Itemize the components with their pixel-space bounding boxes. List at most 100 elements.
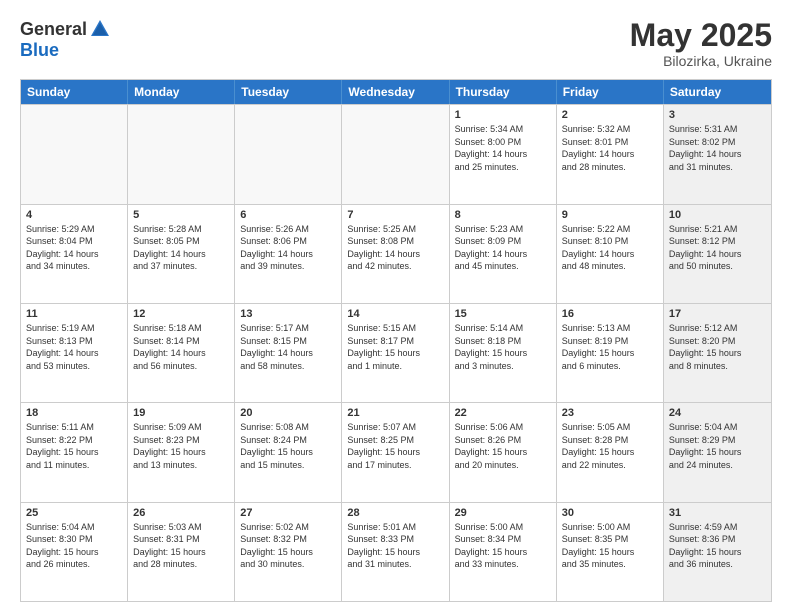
calendar-cell-day-28: 28 Sunrise: 5:01 AM Sunset: 8:33 PM Dayli… bbox=[342, 503, 449, 601]
day-number: 23 bbox=[562, 407, 658, 419]
calendar-header: SundayMondayTuesdayWednesdayThursdayFrid… bbox=[21, 80, 771, 104]
header-day-friday: Friday bbox=[557, 80, 664, 104]
calendar-cell-empty-0-3 bbox=[342, 105, 449, 203]
day-number: 5 bbox=[133, 209, 229, 221]
logo-general-text: General bbox=[20, 19, 87, 40]
calendar-cell-day-18: 18 Sunrise: 5:11 AM Sunset: 8:22 PM Dayli… bbox=[21, 403, 128, 501]
day-info: Sunrise: 5:12 AM Sunset: 8:20 PM Dayligh… bbox=[669, 322, 766, 372]
header: General Blue May 2025 Bilozirka, Ukraine bbox=[20, 18, 772, 69]
calendar: SundayMondayTuesdayWednesdayThursdayFrid… bbox=[20, 79, 772, 602]
day-info: Sunrise: 5:25 AM Sunset: 8:08 PM Dayligh… bbox=[347, 223, 443, 273]
calendar-cell-day-3: 3 Sunrise: 5:31 AM Sunset: 8:02 PM Daylig… bbox=[664, 105, 771, 203]
day-number: 20 bbox=[240, 407, 336, 419]
calendar-cell-day-10: 10 Sunrise: 5:21 AM Sunset: 8:12 PM Dayli… bbox=[664, 205, 771, 303]
day-info: Sunrise: 5:14 AM Sunset: 8:18 PM Dayligh… bbox=[455, 322, 551, 372]
day-info: Sunrise: 5:05 AM Sunset: 8:28 PM Dayligh… bbox=[562, 421, 658, 471]
day-number: 18 bbox=[26, 407, 122, 419]
day-info: Sunrise: 4:59 AM Sunset: 8:36 PM Dayligh… bbox=[669, 521, 766, 571]
day-info: Sunrise: 5:17 AM Sunset: 8:15 PM Dayligh… bbox=[240, 322, 336, 372]
calendar-cell-day-2: 2 Sunrise: 5:32 AM Sunset: 8:01 PM Daylig… bbox=[557, 105, 664, 203]
calendar-cell-day-4: 4 Sunrise: 5:29 AM Sunset: 8:04 PM Daylig… bbox=[21, 205, 128, 303]
day-number: 16 bbox=[562, 308, 658, 320]
day-info: Sunrise: 5:02 AM Sunset: 8:32 PM Dayligh… bbox=[240, 521, 336, 571]
page: General Blue May 2025 Bilozirka, Ukraine… bbox=[0, 0, 792, 612]
title-block: May 2025 Bilozirka, Ukraine bbox=[630, 18, 772, 69]
day-info: Sunrise: 5:08 AM Sunset: 8:24 PM Dayligh… bbox=[240, 421, 336, 471]
day-info: Sunrise: 5:28 AM Sunset: 8:05 PM Dayligh… bbox=[133, 223, 229, 273]
day-number: 6 bbox=[240, 209, 336, 221]
day-number: 29 bbox=[455, 507, 551, 519]
calendar-cell-day-24: 24Sunrise: 5:04 AM Sunset: 8:29 PM Dayli… bbox=[664, 403, 771, 501]
header-day-sunday: Sunday bbox=[21, 80, 128, 104]
day-info: Sunrise: 5:29 AM Sunset: 8:04 PM Dayligh… bbox=[26, 223, 122, 273]
day-info: Sunrise: 5:18 AM Sunset: 8:14 PM Dayligh… bbox=[133, 322, 229, 372]
day-number: 13 bbox=[240, 308, 336, 320]
calendar-cell-day-19: 19Sunrise: 5:09 AM Sunset: 8:23 PM Dayli… bbox=[128, 403, 235, 501]
calendar-cell-day-1: 1Sunrise: 5:34 AM Sunset: 8:00 PM Daylig… bbox=[450, 105, 557, 203]
day-info: Sunrise: 5:32 AM Sunset: 8:01 PM Dayligh… bbox=[562, 123, 658, 173]
calendar-cell-day-22: 22 Sunrise: 5:06 AM Sunset: 8:26 PM Dayli… bbox=[450, 403, 557, 501]
calendar-cell-day-5: 5 Sunrise: 5:28 AM Sunset: 8:05 PM Daylig… bbox=[128, 205, 235, 303]
month-title: May 2025 bbox=[630, 18, 772, 53]
day-info: Sunrise: 5:07 AM Sunset: 8:25 PM Dayligh… bbox=[347, 421, 443, 471]
day-info: Sunrise: 5:31 AM Sunset: 8:02 PM Dayligh… bbox=[669, 123, 766, 173]
subtitle: Bilozirka, Ukraine bbox=[630, 53, 772, 69]
day-info: Sunrise: 5:26 AM Sunset: 8:06 PM Dayligh… bbox=[240, 223, 336, 273]
day-info: Sunrise: 5:04 AM Sunset: 8:30 PM Dayligh… bbox=[26, 521, 122, 571]
calendar-row-2: 11Sunrise: 5:19 AM Sunset: 8:13 PM Dayli… bbox=[21, 303, 771, 402]
day-number: 15 bbox=[455, 308, 551, 320]
calendar-row-3: 18 Sunrise: 5:11 AM Sunset: 8:22 PM Dayli… bbox=[21, 402, 771, 501]
day-number: 30 bbox=[562, 507, 658, 519]
logo: General Blue bbox=[20, 18, 111, 61]
day-info: Sunrise: 5:21 AM Sunset: 8:12 PM Dayligh… bbox=[669, 223, 766, 273]
day-number: 28 bbox=[347, 507, 443, 519]
calendar-cell-day-29: 29Sunrise: 5:00 AM Sunset: 8:34 PM Dayli… bbox=[450, 503, 557, 601]
day-number: 3 bbox=[669, 109, 766, 121]
calendar-cell-day-8: 8 Sunrise: 5:23 AM Sunset: 8:09 PM Daylig… bbox=[450, 205, 557, 303]
calendar-cell-day-6: 6 Sunrise: 5:26 AM Sunset: 8:06 PM Daylig… bbox=[235, 205, 342, 303]
day-number: 12 bbox=[133, 308, 229, 320]
day-info: Sunrise: 5:00 AM Sunset: 8:35 PM Dayligh… bbox=[562, 521, 658, 571]
day-number: 10 bbox=[669, 209, 766, 221]
day-number: 11 bbox=[26, 308, 122, 320]
day-number: 19 bbox=[133, 407, 229, 419]
calendar-cell-empty-0-0 bbox=[21, 105, 128, 203]
calendar-cell-day-15: 15 Sunrise: 5:14 AM Sunset: 8:18 PM Dayli… bbox=[450, 304, 557, 402]
day-number: 31 bbox=[669, 507, 766, 519]
calendar-cell-day-20: 20 Sunrise: 5:08 AM Sunset: 8:24 PM Dayli… bbox=[235, 403, 342, 501]
calendar-cell-day-26: 26 Sunrise: 5:03 AM Sunset: 8:31 PM Dayli… bbox=[128, 503, 235, 601]
calendar-cell-day-30: 30 Sunrise: 5:00 AM Sunset: 8:35 PM Dayli… bbox=[557, 503, 664, 601]
day-number: 8 bbox=[455, 209, 551, 221]
calendar-cell-empty-0-1 bbox=[128, 105, 235, 203]
header-day-monday: Monday bbox=[128, 80, 235, 104]
logo-blue-text: Blue bbox=[20, 40, 59, 61]
day-number: 2 bbox=[562, 109, 658, 121]
day-info: Sunrise: 5:03 AM Sunset: 8:31 PM Dayligh… bbox=[133, 521, 229, 571]
day-info: Sunrise: 5:23 AM Sunset: 8:09 PM Dayligh… bbox=[455, 223, 551, 273]
calendar-row-4: 25Sunrise: 5:04 AM Sunset: 8:30 PM Dayli… bbox=[21, 502, 771, 601]
day-number: 4 bbox=[26, 209, 122, 221]
day-number: 7 bbox=[347, 209, 443, 221]
day-number: 26 bbox=[133, 507, 229, 519]
day-number: 17 bbox=[669, 308, 766, 320]
logo-icon bbox=[89, 18, 111, 40]
calendar-cell-day-23: 23 Sunrise: 5:05 AM Sunset: 8:28 PM Dayli… bbox=[557, 403, 664, 501]
calendar-cell-day-12: 12 Sunrise: 5:18 AM Sunset: 8:14 PM Dayli… bbox=[128, 304, 235, 402]
day-info: Sunrise: 5:22 AM Sunset: 8:10 PM Dayligh… bbox=[562, 223, 658, 273]
header-day-wednesday: Wednesday bbox=[342, 80, 449, 104]
header-day-tuesday: Tuesday bbox=[235, 80, 342, 104]
header-day-saturday: Saturday bbox=[664, 80, 771, 104]
day-info: Sunrise: 5:15 AM Sunset: 8:17 PM Dayligh… bbox=[347, 322, 443, 372]
day-info: Sunrise: 5:13 AM Sunset: 8:19 PM Dayligh… bbox=[562, 322, 658, 372]
calendar-cell-empty-0-2 bbox=[235, 105, 342, 203]
day-number: 22 bbox=[455, 407, 551, 419]
day-number: 1 bbox=[455, 109, 551, 121]
header-day-thursday: Thursday bbox=[450, 80, 557, 104]
day-info: Sunrise: 5:11 AM Sunset: 8:22 PM Dayligh… bbox=[26, 421, 122, 471]
day-info: Sunrise: 5:06 AM Sunset: 8:26 PM Dayligh… bbox=[455, 421, 551, 471]
calendar-cell-day-11: 11Sunrise: 5:19 AM Sunset: 8:13 PM Dayli… bbox=[21, 304, 128, 402]
day-info: Sunrise: 5:01 AM Sunset: 8:33 PM Dayligh… bbox=[347, 521, 443, 571]
day-number: 9 bbox=[562, 209, 658, 221]
day-number: 14 bbox=[347, 308, 443, 320]
calendar-cell-day-25: 25Sunrise: 5:04 AM Sunset: 8:30 PM Dayli… bbox=[21, 503, 128, 601]
